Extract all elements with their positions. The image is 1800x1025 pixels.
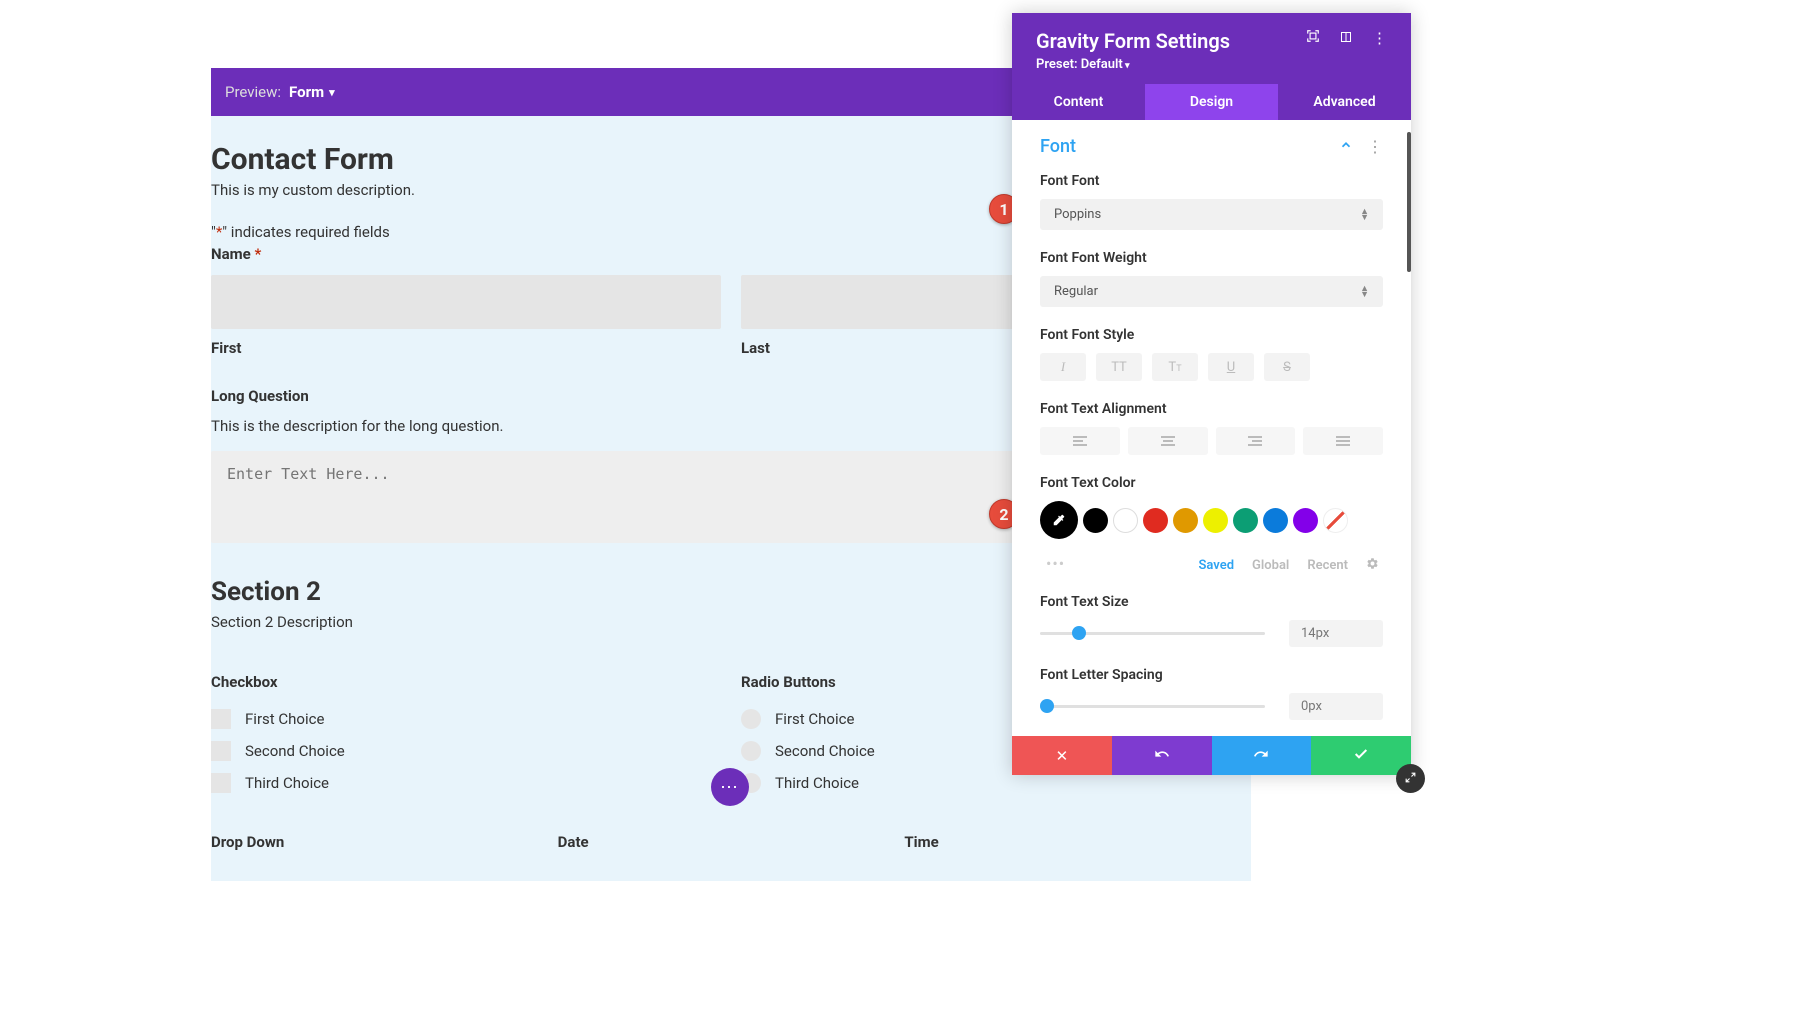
align-justify-icon [1336, 436, 1350, 446]
text-alignment-label: Font Text Alignment [1040, 401, 1383, 417]
underline-button[interactable]: U [1208, 353, 1254, 381]
color-tab-saved[interactable]: Saved [1198, 558, 1234, 573]
align-right-icon [1248, 436, 1262, 446]
color-swatch-teal[interactable] [1233, 508, 1258, 533]
radio-item[interactable]: Third Choice [741, 773, 1251, 793]
color-swatch-none[interactable] [1323, 508, 1348, 533]
preview-label: Preview: [225, 83, 281, 101]
letter-spacing-slider[interactable] [1040, 705, 1265, 708]
expand-fab[interactable] [1396, 764, 1425, 793]
save-button[interactable] [1311, 736, 1411, 775]
check-icon [1353, 746, 1369, 766]
color-tab-global[interactable]: Global [1252, 558, 1289, 573]
underline-icon: U [1227, 360, 1235, 375]
tab-content[interactable]: Content [1012, 84, 1145, 120]
grid-icon[interactable] [1340, 29, 1352, 47]
color-more-button[interactable]: ••• [1040, 554, 1065, 573]
checkbox-item[interactable]: Second Choice [211, 741, 721, 761]
checkbox-box-icon [211, 741, 231, 761]
panel-footer: ✕ [1012, 736, 1411, 775]
font-font-label: Font Font [1040, 173, 1383, 189]
checkbox-box-icon [211, 773, 231, 793]
close-button[interactable]: ✕ [1012, 736, 1112, 775]
slider-thumb[interactable] [1040, 699, 1054, 713]
panel-header: Gravity Form Settings Preset: Default ⋮ [1012, 13, 1411, 84]
expand-icon [1404, 769, 1417, 788]
undo-icon [1154, 746, 1170, 766]
italic-button[interactable]: I [1040, 353, 1086, 381]
font-size-value[interactable]: 14px [1289, 620, 1383, 647]
strikethrough-button[interactable]: S [1264, 353, 1310, 381]
dropdown-label: Drop Down [211, 833, 558, 851]
align-right-button[interactable] [1216, 427, 1296, 455]
time-label: Time [904, 833, 1251, 851]
slider-thumb[interactable] [1072, 626, 1086, 640]
more-options-fab[interactable]: ⋯ [711, 768, 749, 806]
settings-panel: Gravity Form Settings Preset: Default ⋮ … [1012, 13, 1411, 775]
smallcaps-button[interactable]: TT [1152, 353, 1198, 381]
font-size-slider[interactable] [1040, 632, 1265, 635]
tab-advanced[interactable]: Advanced [1278, 84, 1411, 120]
kebab-menu-icon[interactable]: ⋮ [1372, 29, 1387, 47]
uppercase-button[interactable]: TT [1096, 353, 1142, 381]
uppercase-icon: TT [1111, 360, 1127, 375]
letter-spacing-value[interactable]: 0px [1289, 693, 1383, 720]
color-swatch-blue[interactable] [1263, 508, 1288, 533]
panel-content: Font ⋮ Font Font Poppins ▲▼ Font Font We… [1012, 120, 1411, 736]
focus-icon[interactable] [1306, 29, 1320, 47]
color-swatch-white[interactable] [1113, 508, 1138, 533]
color-swatch-orange[interactable] [1173, 508, 1198, 533]
color-swatch-red[interactable] [1143, 508, 1168, 533]
align-left-button[interactable] [1040, 427, 1120, 455]
font-family-select[interactable]: Poppins ▲▼ [1040, 199, 1383, 230]
italic-icon: I [1061, 359, 1065, 375]
font-section-title: Font [1040, 136, 1076, 157]
align-left-icon [1073, 436, 1087, 446]
first-name-label: First [211, 339, 721, 357]
select-arrows-icon: ▲▼ [1360, 209, 1369, 221]
eyedropper-icon [1052, 513, 1066, 527]
font-weight-select[interactable]: Regular ▲▼ [1040, 276, 1383, 307]
checkbox-item[interactable]: Third Choice [211, 773, 721, 793]
text-color-label: Font Text Color [1040, 475, 1383, 491]
smallcaps-icon: TT [1168, 360, 1181, 375]
form-selector-dropdown[interactable]: Form [289, 83, 335, 101]
radio-circle-icon [741, 709, 761, 729]
checkbox-box-icon [211, 709, 231, 729]
gear-icon[interactable] [1366, 557, 1379, 574]
scrollbar[interactable] [1407, 132, 1411, 272]
section-kebab-icon[interactable]: ⋮ [1367, 137, 1383, 156]
redo-button[interactable] [1212, 736, 1312, 775]
ellipsis-icon: ⋯ [720, 777, 740, 798]
first-name-input[interactable] [211, 275, 721, 329]
checkbox-label: Checkbox [211, 673, 721, 691]
align-justify-button[interactable] [1303, 427, 1383, 455]
strikethrough-icon: S [1283, 360, 1291, 375]
redo-icon [1253, 746, 1269, 766]
radio-circle-icon [741, 741, 761, 761]
chevron-up-icon [1339, 137, 1353, 156]
undo-button[interactable] [1112, 736, 1212, 775]
tab-design[interactable]: Design [1145, 84, 1278, 120]
date-label: Date [558, 833, 905, 851]
color-swatch-black[interactable] [1083, 508, 1108, 533]
panel-tabs: Content Design Advanced [1012, 84, 1411, 120]
font-size-label: Font Text Size [1040, 594, 1383, 610]
color-picker-button[interactable] [1040, 501, 1078, 539]
font-style-label: Font Font Style [1040, 327, 1383, 343]
preset-selector[interactable]: Preset: Default [1036, 57, 1230, 72]
color-tab-recent[interactable]: Recent [1307, 558, 1348, 573]
select-arrows-icon: ▲▼ [1360, 286, 1369, 298]
align-center-icon [1161, 436, 1175, 446]
panel-title: Gravity Form Settings [1036, 29, 1230, 53]
align-center-button[interactable] [1128, 427, 1208, 455]
close-icon: ✕ [1056, 747, 1069, 765]
color-swatch-yellow[interactable] [1203, 508, 1228, 533]
font-section-header[interactable]: Font ⋮ [1012, 120, 1411, 173]
letter-spacing-label: Font Letter Spacing [1040, 667, 1383, 683]
color-swatch-purple[interactable] [1293, 508, 1318, 533]
font-weight-label: Font Font Weight [1040, 250, 1383, 266]
checkbox-item[interactable]: First Choice [211, 709, 721, 729]
